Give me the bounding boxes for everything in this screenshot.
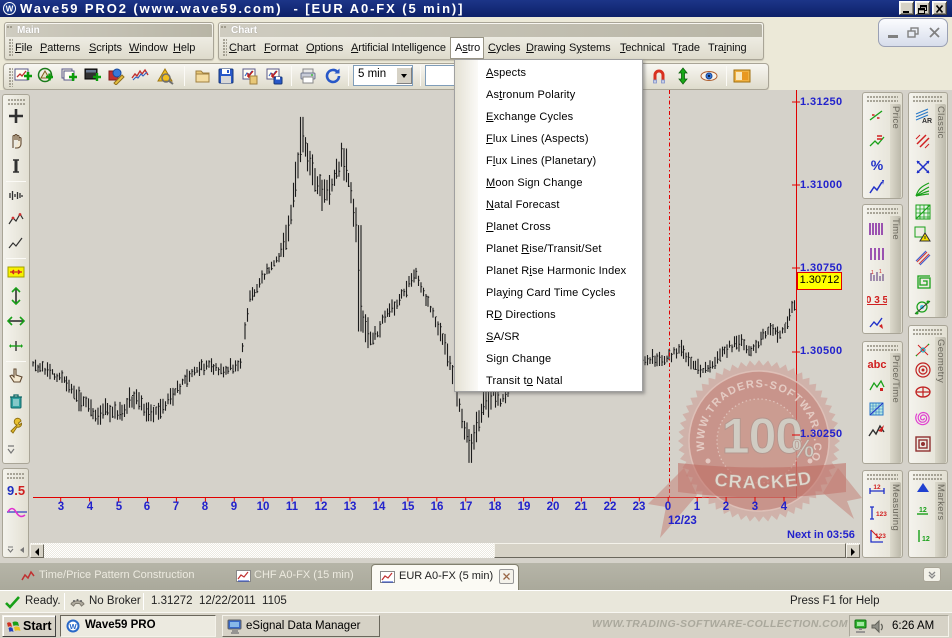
svg-text:1: 1 xyxy=(871,270,874,276)
svg-text:123: 123 xyxy=(876,511,887,518)
svg-text:AR: AR xyxy=(922,118,932,125)
svg-text:123: 123 xyxy=(875,533,886,540)
svg-text:12: 12 xyxy=(873,484,881,491)
svg-text:W: W xyxy=(69,622,77,631)
svg-text:12: 12 xyxy=(922,536,930,543)
svg-text:%: % xyxy=(871,157,884,173)
svg-text:abc: abc xyxy=(868,359,887,371)
svg-text:12: 12 xyxy=(919,507,927,514)
svg-text:1: 1 xyxy=(879,269,882,275)
svg-text:0 3 5: 0 3 5 xyxy=(867,295,887,306)
svg-text:100: 100 xyxy=(722,408,802,464)
